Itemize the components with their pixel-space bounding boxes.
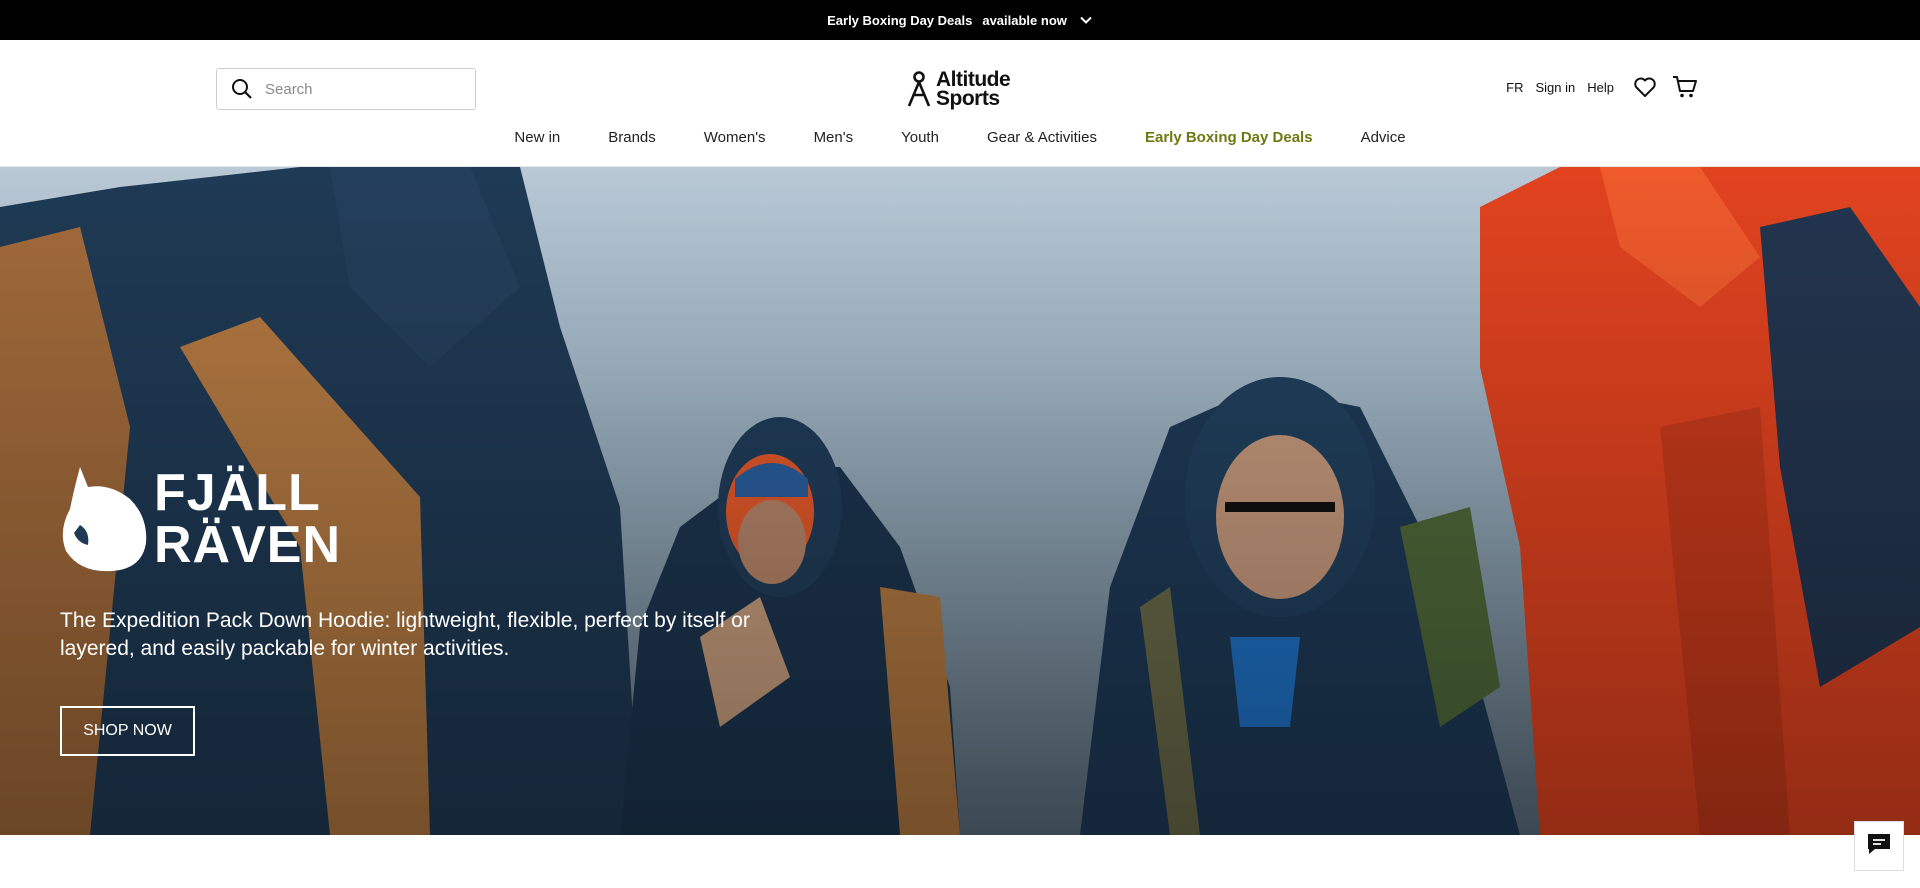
nav-new-in[interactable]: New in — [514, 129, 560, 146]
promo-bar[interactable]: Early Boxing Day Deals available now — [0, 0, 1920, 40]
promo-subtitle: available now — [982, 12, 1067, 28]
heart-icon[interactable] — [1632, 74, 1658, 100]
language-toggle[interactable]: FR — [1506, 80, 1523, 95]
nav-mens[interactable]: Men's — [814, 129, 854, 146]
nav-advice[interactable]: Advice — [1361, 129, 1406, 146]
nav-early-boxing-day-deals[interactable]: Early Boxing Day Deals — [1145, 129, 1313, 146]
search-icon[interactable] — [231, 78, 253, 100]
nav-gear-activities[interactable]: Gear & Activities — [987, 129, 1097, 146]
fjallraven-logo: FJÄLL RÄVEN — [60, 465, 341, 573]
brand-line-2: RÄVEN — [154, 516, 342, 574]
nav-youth[interactable]: Youth — [901, 129, 939, 146]
shop-now-button[interactable]: SHOP NOW — [60, 706, 195, 756]
fox-logo-icon — [60, 465, 150, 573]
chevron-down-icon[interactable] — [1079, 13, 1093, 27]
search-box[interactable] — [216, 68, 476, 110]
chat-icon — [1866, 832, 1892, 861]
altitude-logo-icon — [906, 70, 932, 108]
altitude-sports-logo[interactable]: Altitude Sports — [906, 68, 1011, 110]
search-input[interactable] — [265, 80, 465, 98]
promo-title: Early Boxing Day Deals — [827, 12, 973, 28]
sign-in-link[interactable]: Sign in — [1536, 80, 1576, 95]
hero-banner[interactable]: FJÄLL RÄVEN The Expedition Pack Down Hoo… — [0, 167, 1920, 835]
hero-description: The Expedition Pack Down Hoodie: lightwe… — [60, 609, 750, 660]
logo-line-2: Sports — [936, 87, 1000, 110]
site-header: Altitude Sports FR Sign in Help New in B… — [0, 40, 1920, 167]
nav-brands[interactable]: Brands — [608, 129, 656, 146]
cart-icon[interactable] — [1672, 74, 1698, 100]
brand-line-1: FJÄLL — [154, 464, 321, 522]
nav-womens[interactable]: Women's — [704, 129, 766, 146]
help-link[interactable]: Help — [1587, 80, 1614, 95]
utility-nav: FR Sign in Help — [1506, 74, 1698, 100]
live-chat-button[interactable] — [1854, 821, 1904, 871]
main-nav: New in Brands Women's Men's Youth Gear &… — [0, 129, 1920, 146]
